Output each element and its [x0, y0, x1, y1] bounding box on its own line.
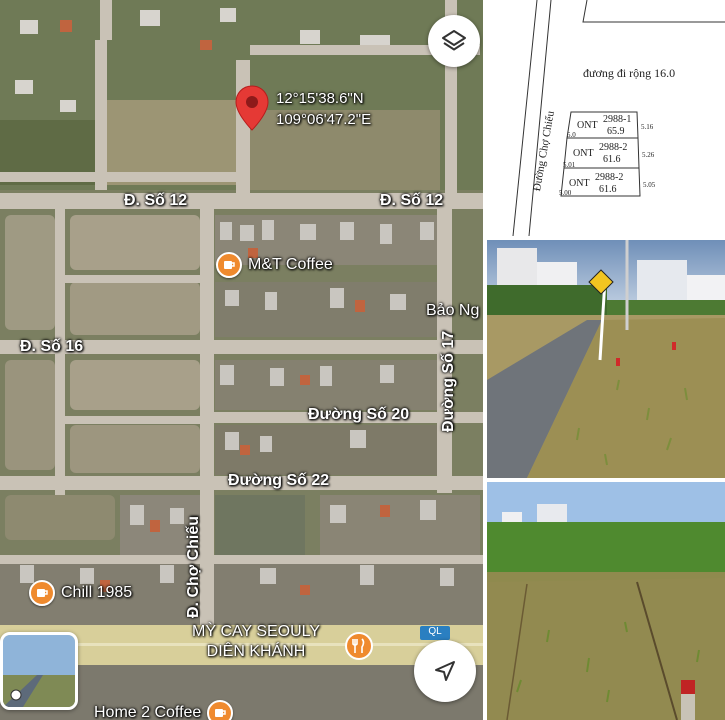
- street-label-so22: Đường Số 22: [228, 472, 330, 489]
- coffee-cup-icon: [29, 580, 55, 606]
- street-label-so20: Đường Số 20: [308, 406, 410, 423]
- land-survey-drawing: đương đi rộng 16.0 Đường Chợ Chiếu ONT 2…: [487, 0, 725, 236]
- lot-area: 61.6: [603, 154, 621, 165]
- location-pin-icon[interactable]: [233, 84, 271, 132]
- satellite-map[interactable]: Đ. Số 12 Đ. Số 12 Đ. Số 16 Đường Số 20 Đ…: [0, 0, 483, 720]
- poi-label: M&T Coffee: [248, 256, 333, 273]
- lot-dimension: 5.0: [567, 131, 576, 139]
- highway-badge: QL: [420, 626, 450, 640]
- street-label-so12-right: Đ. Số 12: [380, 192, 444, 209]
- layers-button[interactable]: [428, 15, 480, 67]
- street-view-thumbnail[interactable]: [0, 632, 78, 710]
- poi-mt-coffee[interactable]: M&T Coffee: [216, 252, 333, 278]
- street-label-cho-chieu: Đ. Chợ Chiếu: [185, 515, 202, 618]
- navigation-arrow-icon: [435, 661, 455, 681]
- lot-dimension: 5.16: [641, 123, 654, 131]
- road-width-label: đương đi rộng 16.0: [583, 66, 676, 80]
- lot-area: 65.9: [607, 126, 625, 137]
- street-label-so17: Đường Số 17: [440, 330, 457, 432]
- lot-area: 61.6: [599, 184, 617, 195]
- poi-label: Home 2 Coffee: [94, 704, 202, 720]
- lot-id: 2988-1: [603, 114, 632, 125]
- photo-roadside-image: [487, 240, 725, 478]
- land-photo-field: [487, 482, 725, 720]
- poi-mycay-seouly[interactable]: MỲ CAY SEOULY DIÊN KHÁNH: [192, 622, 320, 662]
- lot-type: ONT: [577, 120, 598, 131]
- coordinates-readout: 12°15'38.6"N 109°06'47.2"E: [276, 88, 371, 130]
- lot-dimension: 5.05: [643, 181, 656, 189]
- lot-dimension: 5.00: [559, 189, 572, 197]
- coffee-cup-icon: [216, 252, 242, 278]
- lot-id: 2988-2: [599, 142, 628, 153]
- poi-label-line1: MỲ CAY SEOULY: [192, 623, 321, 640]
- street-label-so16: Đ. Số 16: [20, 338, 84, 355]
- navigate-button[interactable]: [414, 640, 476, 702]
- lot-type: ONT: [573, 148, 594, 159]
- lot-dimension: 5.26: [642, 151, 655, 159]
- longitude-text: 109°06'47.2"E: [276, 111, 372, 128]
- poi-chill-1985[interactable]: Chill 1985: [29, 580, 132, 606]
- coffee-cup-icon: [207, 700, 234, 720]
- lot-id: 2988-2: [595, 172, 624, 183]
- place-label-bao-ng: Bảo Ng: [426, 302, 480, 319]
- photo-field-image: [487, 482, 725, 720]
- lot-type: ONT: [569, 178, 590, 189]
- lot-dimension: 5.01: [563, 161, 576, 169]
- street-view-image: [3, 635, 75, 707]
- street-label-so12-left: Đ. Số 12: [124, 192, 188, 209]
- poi-label-line2: DIÊN KHÁNH: [206, 643, 306, 660]
- poi-label: Chill 1985: [61, 584, 133, 601]
- fork-knife-icon[interactable]: [345, 632, 373, 660]
- poi-home2-coffee[interactable]: Home 2 Coffee: [94, 700, 234, 720]
- latitude-text: 12°15'38.6"N: [276, 90, 364, 107]
- layers-icon: [442, 30, 466, 51]
- land-photo-roadside: [487, 240, 725, 478]
